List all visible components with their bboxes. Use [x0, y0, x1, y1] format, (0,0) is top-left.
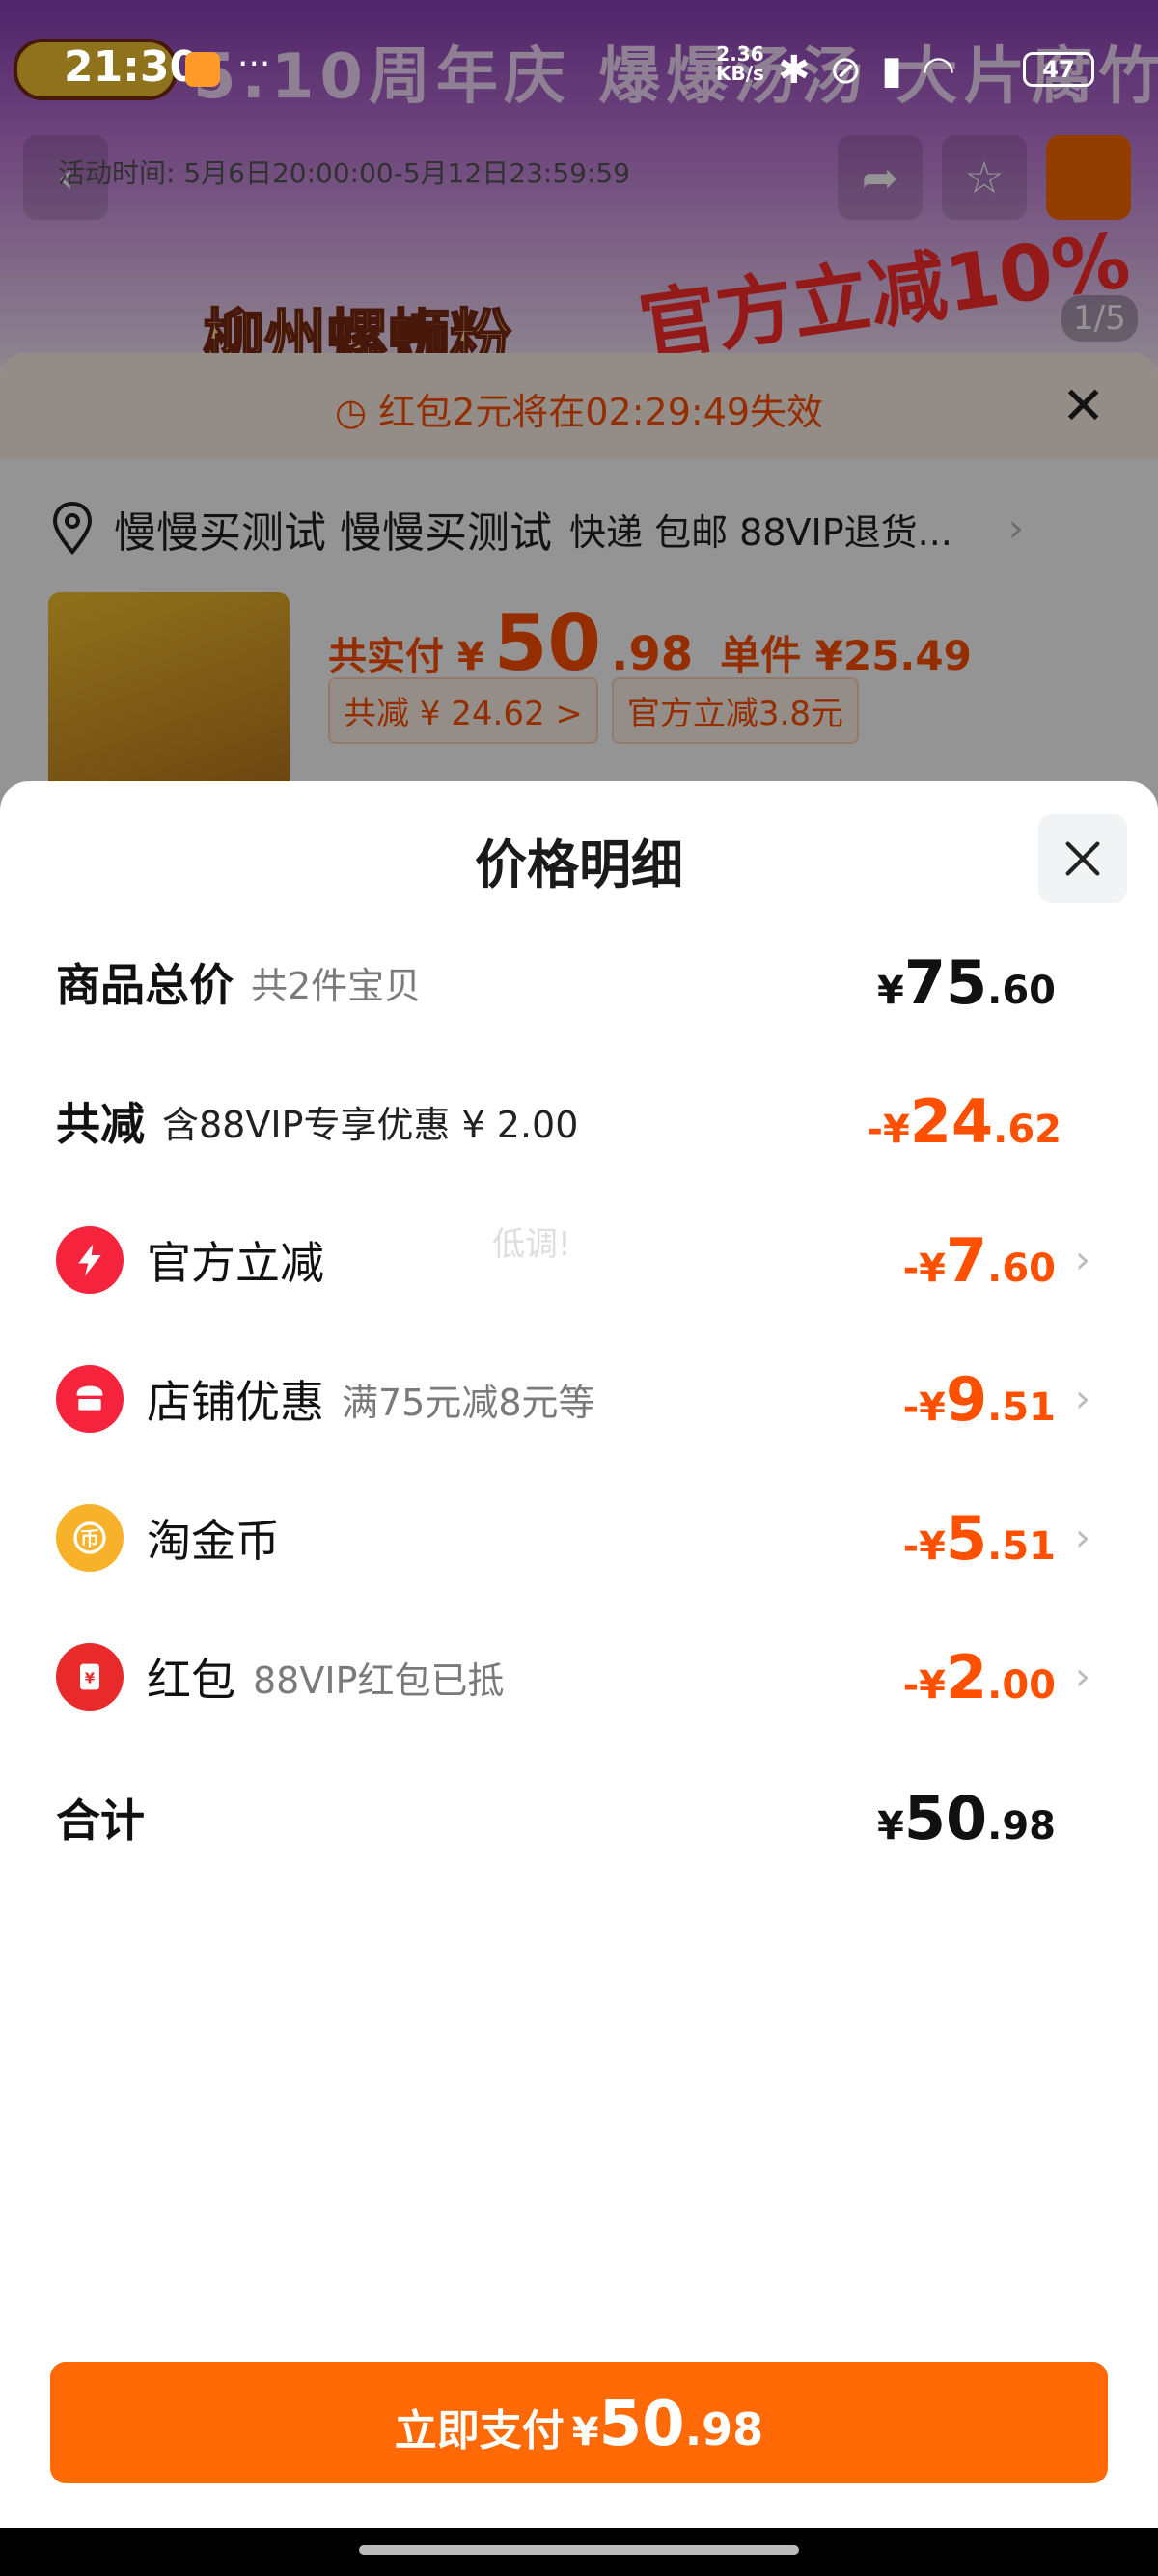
goods-total-label: 商品总价	[56, 959, 234, 1011]
red-packet-note: 88VIP红包已抵	[253, 1658, 505, 1702]
currency-symbol: -¥	[902, 1384, 946, 1430]
sum-label: 合计	[56, 1795, 145, 1847]
status-icons: ✱ ⊘ ▮ ◠	[778, 48, 955, 93]
vip-discount-note: 含88VIP专享优惠 ¥ 2.00	[162, 1103, 579, 1146]
status-bar: 21:30 ··· 2.36 KB/s ✱ ⊘ ▮ ◠ 47	[0, 0, 1158, 106]
amount-int: 5	[946, 1502, 988, 1574]
network-speed-value: 2.36	[716, 42, 764, 66]
store-discount-row[interactable]: 店铺优惠 满75元减8元等 -¥ 9.51 ›	[56, 1360, 1090, 1438]
amount-int: 7	[946, 1224, 988, 1296]
total-reduction-label: 共减	[56, 1098, 145, 1150]
wifi-icon: ◠	[922, 48, 955, 93]
currency-symbol: ¥	[571, 2410, 599, 2454]
total-reduction-amount: -¥ 24.62	[867, 1086, 1062, 1157]
app-notification-icon	[185, 52, 220, 87]
currency-symbol: -¥	[867, 1107, 910, 1152]
red-packet-label: 红包	[147, 1654, 235, 1706]
network-speed-unit: KB/s	[716, 62, 764, 85]
store-discount-amount: -¥ 9.51	[903, 1364, 1056, 1435]
store-discount-rule: 满75元减8元等	[342, 1381, 595, 1424]
currency-symbol: -¥	[902, 1662, 946, 1708]
more-notifications-icon: ···	[237, 44, 271, 84]
price-detail-sheet: 价格明细 商品总价 共2件宝贝 ¥75.60 共减 含88VIP专享优惠 ¥ 2…	[0, 781, 1158, 2576]
chevron-right-icon: ›	[1075, 1516, 1090, 1560]
amount-dec: .60	[987, 968, 1056, 1013]
amount-int: 75	[903, 946, 988, 1018]
currency-symbol: -¥	[902, 1246, 946, 1291]
amount-int: 9	[946, 1363, 988, 1435]
red-packet-icon: ¥	[56, 1643, 124, 1711]
goods-total-row: 商品总价 共2件宝贝 ¥75.60	[56, 944, 1089, 1021]
red-packet-amount: -¥ 2.00	[903, 1642, 1056, 1713]
status-time: 21:30	[64, 42, 200, 92]
total-reduction-row: 共减 含88VIP专享优惠 ¥ 2.00 -¥ 24.62	[56, 1082, 1089, 1160]
modal-title: 价格明细	[475, 835, 683, 895]
lightning-icon	[56, 1226, 124, 1294]
store-icon	[56, 1365, 124, 1433]
amount-dec: .98	[987, 1803, 1056, 1849]
amount-int: 50	[903, 1782, 988, 1853]
home-indicator[interactable]	[359, 2545, 799, 2555]
pay-now-label: 立即支付	[394, 2406, 565, 2455]
amount-dec: .60	[987, 1246, 1056, 1291]
currency-symbol: ¥	[877, 1803, 904, 1849]
currency-symbol: -¥	[902, 1523, 946, 1569]
bluetooth-icon: ✱	[778, 48, 811, 93]
sum-amount: ¥50.98	[877, 1783, 1056, 1853]
red-packet-row[interactable]: ¥ 红包 88VIP红包已抵 -¥ 2.00 ›	[56, 1638, 1090, 1715]
amount-dec: .51	[987, 1384, 1056, 1430]
amount-dec: .00	[987, 1662, 1056, 1708]
svg-text:¥: ¥	[85, 1670, 96, 1687]
sum-row: 合计 ¥50.98	[56, 1779, 1089, 1856]
official-reduction-row[interactable]: 官方立减 -¥ 7.60 ›	[56, 1221, 1090, 1299]
close-icon	[1065, 841, 1100, 876]
pay-amount-int: 50	[598, 2389, 685, 2460]
pay-now-button[interactable]: 立即支付 ¥ 50 .98	[50, 2362, 1108, 2483]
svg-text:币: 币	[80, 1527, 99, 1550]
goods-count: 共2件宝贝	[251, 964, 422, 1007]
goods-total-amount: ¥75.60	[877, 947, 1056, 1018]
official-reduction-amount: -¥ 7.60	[903, 1225, 1056, 1296]
taobao-coin-row[interactable]: 币 淘金币 -¥ 5.51 ›	[56, 1499, 1090, 1576]
amount-int: 2	[946, 1641, 988, 1713]
taobao-coin-amount: -¥ 5.51	[903, 1503, 1056, 1574]
amount-dec: .51	[987, 1523, 1056, 1569]
amount-int: 24	[909, 1085, 994, 1157]
currency-symbol: ¥	[877, 968, 904, 1013]
chevron-right-icon: ›	[1075, 1655, 1090, 1699]
pay-amount-dec: .98	[684, 2403, 764, 2455]
signal-icon: ▮	[881, 48, 903, 93]
store-discount-label: 店铺优惠	[147, 1376, 324, 1428]
taobao-coin-label: 淘金币	[147, 1515, 280, 1567]
official-reduction-label: 官方立减	[147, 1237, 324, 1289]
chevron-right-icon: ›	[1075, 1238, 1090, 1282]
amount-dec: .62	[993, 1107, 1062, 1152]
chevron-right-icon: ›	[1075, 1377, 1090, 1421]
coin-icon: 币	[56, 1504, 124, 1572]
battery-icon: 47	[1023, 52, 1094, 87]
close-button[interactable]	[1038, 814, 1127, 903]
network-speed: 2.36 KB/s	[716, 44, 764, 83]
mute-icon: ⊘	[829, 48, 863, 93]
